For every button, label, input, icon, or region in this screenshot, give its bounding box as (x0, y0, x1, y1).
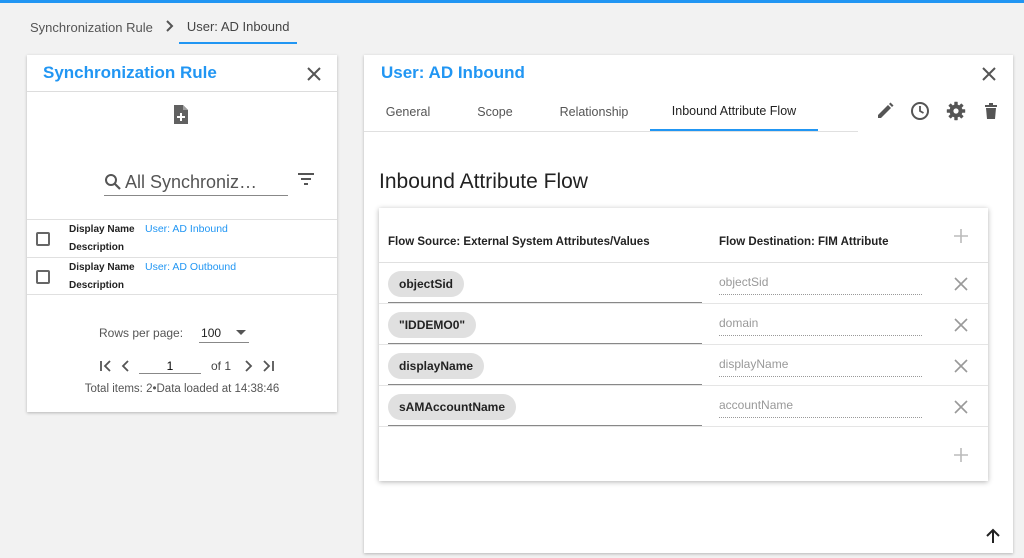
prev-page-icon[interactable] (119, 359, 133, 373)
table-row: objectSid objectSid (379, 263, 988, 304)
edit-pencil-icon[interactable] (875, 101, 895, 121)
settings-gear-icon[interactable] (946, 101, 966, 121)
display-name-label: Display Name (69, 224, 135, 235)
rows-per-page-value: 100 (201, 325, 222, 340)
row-checkbox[interactable] (36, 232, 50, 246)
close-icon[interactable] (980, 65, 998, 83)
detail-tabs: General Scope Relationship Inbound Attri… (364, 93, 858, 132)
flow-source-field[interactable]: sAMAccountName (388, 388, 702, 426)
add-flow-bottom-icon[interactable] (954, 448, 968, 462)
right-panel-title: User: AD Inbound (381, 63, 525, 82)
rule-list: Display Name User: AD Inbound Descriptio… (27, 219, 337, 295)
source-chip[interactable]: sAMAccountName (388, 394, 517, 420)
tab-scope[interactable]: Scope (452, 93, 538, 131)
last-page-icon[interactable] (261, 359, 275, 373)
rule-detail-panel: User: AD Inbound General Scope Relations… (364, 55, 1013, 553)
add-flow-top-icon[interactable] (954, 229, 968, 243)
description-label: Description (69, 280, 125, 291)
breadcrumb-item-current[interactable]: User: AD Inbound (178, 10, 298, 44)
flow-destination-header: Flow Destination: FIM Attribute (719, 236, 889, 248)
search-box (104, 169, 288, 196)
flow-source-field[interactable]: objectSid (388, 265, 702, 303)
rule-link-ad-outbound[interactable]: User: AD Outbound (145, 261, 236, 273)
divider (27, 91, 337, 92)
flow-destination-field[interactable]: displayName (719, 357, 922, 377)
tab-general[interactable]: General (364, 93, 452, 131)
page-number-input[interactable] (139, 358, 201, 374)
flow-destination-field[interactable]: objectSid (719, 275, 922, 295)
flow-destination-field[interactable]: domain (719, 316, 922, 336)
table-row: sAMAccountName accountName (379, 386, 988, 427)
first-page-icon[interactable] (99, 359, 113, 373)
rule-link-ad-inbound[interactable]: User: AD Inbound (145, 223, 228, 235)
list-item: Display Name User: AD Inbound Descriptio… (27, 219, 337, 257)
rows-per-page: Rows per page: 100 (99, 323, 250, 343)
breadcrumb: Synchronization Rule User: AD Inbound (22, 10, 298, 44)
flow-source-field[interactable]: "IDDEMO0" (388, 306, 702, 344)
filter-icon[interactable] (297, 172, 315, 186)
source-chip[interactable]: objectSid (388, 271, 465, 297)
remove-row-icon[interactable] (954, 400, 968, 414)
dropdown-arrow-icon (236, 330, 247, 335)
next-page-icon[interactable] (241, 359, 255, 373)
flow-source-field[interactable]: displayName (388, 347, 702, 385)
source-chip[interactable]: displayName (388, 353, 485, 379)
table-row: "IDDEMO0" domain (379, 304, 988, 345)
add-document-icon[interactable] (171, 104, 191, 126)
section-title: Inbound Attribute Flow (379, 170, 588, 193)
flow-destination-field[interactable]: accountName (719, 398, 922, 418)
top-accent-line (0, 0, 1024, 3)
tab-relationship[interactable]: Relationship (538, 93, 650, 131)
scroll-top-arrow-icon[interactable] (985, 528, 1001, 544)
sync-rule-list-panel: Synchronization Rule Display Name User: … (27, 55, 337, 412)
search-input[interactable] (125, 171, 285, 193)
rows-per-page-select[interactable]: 100 (199, 323, 250, 343)
breadcrumb-item-sync-rule[interactable]: Synchronization Rule (22, 10, 161, 44)
flow-source-header: Flow Source: External System Attributes/… (388, 236, 650, 248)
search-icon (105, 174, 121, 190)
pagination: of 1 (99, 358, 275, 374)
display-name-label: Display Name (69, 262, 135, 273)
attribute-flow-table: Flow Source: External System Attributes/… (379, 208, 988, 481)
table-row: displayName displayName (379, 345, 988, 386)
list-item: Display Name User: AD Outbound Descripti… (27, 257, 337, 295)
source-chip[interactable]: "IDDEMO0" (388, 312, 477, 338)
remove-row-icon[interactable] (954, 359, 968, 373)
page-count: of 1 (211, 359, 232, 373)
delete-trash-icon[interactable] (981, 101, 1001, 121)
left-panel-title: Synchronization Rule (43, 63, 217, 82)
row-checkbox[interactable] (36, 270, 50, 284)
breadcrumb-chevron-icon (161, 19, 179, 35)
remove-row-icon[interactable] (954, 318, 968, 332)
tab-inbound-attribute-flow[interactable]: Inbound Attribute Flow (650, 93, 818, 131)
history-clock-icon[interactable] (910, 101, 930, 121)
remove-row-icon[interactable] (954, 277, 968, 291)
total-items-status: Total items: 2•Data loaded at 14:38:46 (84, 383, 280, 395)
description-label: Description (69, 242, 125, 253)
rows-per-page-label: Rows per page: (99, 326, 184, 340)
close-icon[interactable] (305, 65, 323, 83)
